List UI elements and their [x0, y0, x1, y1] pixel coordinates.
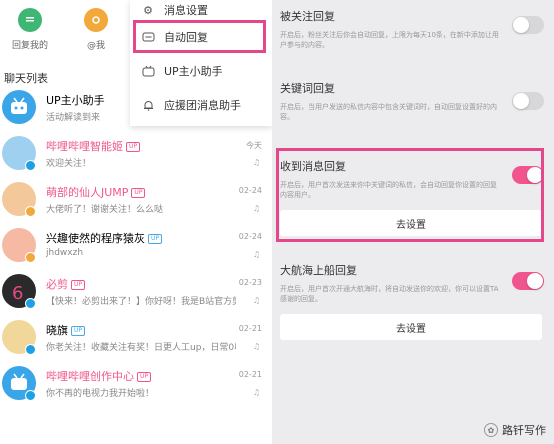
mute-icon: ♫ [252, 158, 260, 167]
menu-item-label: 应援团消息助手 [164, 99, 241, 112]
chat-item-jump[interactable]: 萌部的仙人JUMP UP 大佬听了！谢谢关注！么么哒 02-24 ♫ [0, 178, 272, 224]
menu-item-up-helper[interactable]: UP主小助手 [130, 54, 272, 88]
up-badge: UP [131, 188, 146, 198]
svg-text:6: 6 [12, 283, 23, 304]
chat-list: UP主小助手 活动解读到来 哔哩哔哩智能姬 UP 欢迎关注！ 今天 ♫ 萌部的仙人… [0, 86, 272, 408]
gear-icon: ⚙ [143, 3, 153, 17]
wechat-channel-icon: ✿ [484, 423, 498, 437]
bell-icon [140, 97, 156, 113]
chat-name: 必剪 UP [46, 276, 86, 292]
follow-reply-toggle[interactable] [512, 16, 544, 34]
chat-name: 萌部的仙人JUMP UP [46, 184, 146, 200]
chat-date: 02-24 [238, 232, 262, 241]
at-icon [84, 8, 108, 32]
setting-title: 关键词回复 [280, 82, 335, 95]
chat-preview: jhdwxzh [46, 248, 84, 258]
screenshot-root: 回复我的 @我 聊天列表 UP主小助手 活动解读到来 哔哩哔哩智能姬 UP 欢迎… [0, 0, 554, 444]
up-badge: UP [71, 326, 86, 336]
setting-voyage-reply: 大航海上船回复 开启后，用户首次开通大航海时，将自动发送你的欢迎，你可以设置TA… [280, 262, 546, 304]
chat-preview: 【快来！必剪出来了！】你好呀！我是B站官方剪辑A... [46, 297, 236, 307]
verified-icon [25, 206, 36, 217]
chat-name: UP主小助手 [46, 94, 105, 107]
reply-shortcut-label: 回复我的 [11, 41, 48, 51]
watermark: ✿ 路钎写作 [484, 422, 546, 438]
setting-description: 开启后，当用户发送的私信内容中包含关键词时，自动回复设置好的内容。 [280, 103, 497, 121]
setting-follow-reply: 被关注回复 开启后，粉丝关注后你会自动回复，上限为每天10条，在新中添加让用户参… [280, 8, 546, 50]
reply-icon [18, 8, 42, 32]
keyword-reply-toggle[interactable] [512, 92, 544, 110]
chat-item-programmer[interactable]: 兴趣使然的程序猿灰 UP jhdwxzh 02-24 ♫ [0, 224, 272, 270]
auto-reply-highlight-box [133, 20, 266, 53]
voyage-reply-toggle[interactable] [512, 272, 544, 290]
chat-name: 兴趣使然的程序猿灰 UP [46, 230, 163, 246]
menu-item-label: 消息设置 [164, 4, 208, 17]
watermark-text: 路钎写作 [502, 424, 546, 437]
message-list-panel: 回复我的 @我 聊天列表 UP主小助手 活动解读到来 哔哩哔哩智能姬 UP 欢迎… [0, 0, 272, 444]
menu-item-label: UP主小助手 [164, 65, 223, 78]
toggle-knob [513, 93, 529, 109]
up-badge: UP [148, 234, 163, 244]
chat-preview: 你不再的电视力我开始啦！ [46, 389, 155, 399]
mute-icon: ♫ [252, 296, 260, 305]
setting-description: 开启后，粉丝关注后你会自动回复，上限为每天10条，在新中添加让用户参与的内容。 [280, 31, 499, 49]
chat-name: 哔哩哔哩智能姬 UP [46, 138, 141, 154]
mute-icon: ♫ [252, 204, 260, 213]
settings-dropdown-menu: ⚙ 消息设置 自动回复 UP主小助手 应援团消息助手 [130, 0, 272, 126]
menu-item-message-settings[interactable]: ⚙ 消息设置 [130, 0, 272, 20]
up-badge: UP [126, 142, 141, 152]
chat-preview: 你老关注！收藏关注有奖！日更人工up，日常0收入... [46, 343, 236, 353]
setting-keyword-reply: 关键词回复 开启后，当用户发送的私信内容中包含关键词时，自动回复设置好的内容。 [280, 80, 546, 122]
chat-date: 02-24 [238, 186, 262, 195]
avatar [2, 90, 36, 124]
chat-date: 02-23 [238, 278, 262, 287]
menu-item-fan-club-helper[interactable]: 应援团消息助手 [130, 88, 272, 122]
chat-item-bijian[interactable]: 6 必剪UP 【快来！必剪出来了！】你好呀！我是B站官方剪辑A... 02-23… [0, 270, 272, 316]
mute-icon: ♫ [252, 342, 260, 351]
message-reply-highlight-box [276, 148, 544, 242]
chat-date: 02-21 [238, 370, 262, 379]
chat-date: 02-21 [238, 324, 262, 333]
voyage-reply-settings-button[interactable]: 去设置 [280, 314, 542, 340]
chat-item-xiaoqi[interactable]: 晓旗UP 你老关注！收藏关注有奖！日更人工up，日常0收入... 02-21 ♫ [0, 316, 272, 362]
verified-icon [25, 344, 36, 355]
verified-icon [25, 390, 36, 401]
at-shortcut-label: @我 [86, 41, 105, 51]
setting-title: 大航海上船回复 [280, 264, 357, 277]
chat-preview: 大佬听了！谢谢关注！么么哒 [46, 205, 164, 215]
mute-icon: ♫ [252, 388, 260, 397]
verified-icon [25, 298, 36, 309]
chat-name: 晓旗 UP [46, 322, 86, 338]
toggle-knob [527, 273, 543, 289]
up-badge: UP [71, 280, 86, 290]
reply-shortcut[interactable]: 回复我的 [0, 8, 60, 51]
chat-item-creator-center[interactable]: 哔哩哔哩创作中心 UP 你不再的电视力我开始啦！ 02-21 ♫ [0, 362, 272, 408]
chat-preview: 活动解读到来 [46, 113, 101, 123]
at-shortcut[interactable]: @我 [66, 8, 126, 51]
chat-item-bilibili-assistant[interactable]: 哔哩哔哩智能姬 UP 欢迎关注！ 今天 ♫ [0, 132, 272, 178]
chat-preview: 欢迎关注！ [46, 159, 92, 169]
chat-date: 今天 [246, 141, 262, 150]
verified-icon [25, 252, 36, 263]
tv-icon [140, 63, 156, 79]
mute-icon: ♫ [252, 250, 260, 259]
setting-description: 开启后，用户首次开通大航海时，将自动发送你的欢迎，你可以设置TA感谢的回复。 [280, 285, 499, 303]
setting-title: 被关注回复 [280, 10, 335, 23]
chat-list-title: 聊天列表 [4, 72, 48, 85]
chat-name: 哔哩哔哩创作中心 UP [46, 368, 152, 384]
verified-icon [25, 160, 36, 171]
toggle-knob [513, 17, 529, 33]
up-badge: UP [137, 372, 152, 382]
